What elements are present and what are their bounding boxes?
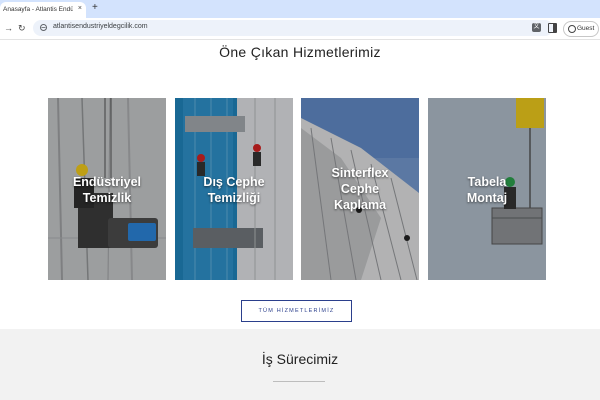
card-title: Sinterflex Cephe Kaplama xyxy=(331,166,389,212)
service-card-sign-installation[interactable]: Tabela Montaj xyxy=(428,98,546,280)
process-heading: İş Sürecimiz xyxy=(261,351,339,367)
card-title: Endüstriyel Temizlik xyxy=(72,175,142,205)
process-section: İş Sürecimiz xyxy=(0,329,600,400)
guest-profile-button[interactable]: Guest xyxy=(563,21,599,37)
address-bar[interactable]: atlantisendustriyeldegcilik.com 文 xyxy=(33,20,553,36)
service-card-sinterflex-coating[interactable]: Sinterflex Cephe Kaplama xyxy=(301,98,419,280)
heading-divider xyxy=(273,381,325,382)
reload-icon[interactable]: ↻ xyxy=(18,22,26,34)
tab-title: Anasayfa - Atlantis Endüstriy xyxy=(3,6,73,13)
browser-tab-active[interactable]: Anasayfa - Atlantis Endüstriy × xyxy=(0,2,86,18)
translate-icon[interactable]: 文 xyxy=(532,23,541,32)
tab-close-icon[interactable]: × xyxy=(78,5,82,12)
card-title: Dış Cephe Temizliği xyxy=(203,175,265,205)
site-info-icon[interactable] xyxy=(40,24,47,31)
all-services-button[interactable]: TÜM HİZMETLERİMİZ xyxy=(241,300,352,322)
new-tab-button[interactable]: + xyxy=(92,3,98,13)
guest-label: Guest xyxy=(577,25,595,32)
service-card-industrial-cleaning[interactable]: Endüstriyel Temizlik xyxy=(48,98,166,280)
service-card-facade-cleaning[interactable]: Dış Cephe Temizliği xyxy=(175,98,293,280)
url-text: atlantisendustriyeldegcilik.com xyxy=(53,23,148,30)
services-heading: Öne Çıkan Hizmetlerimiz xyxy=(219,44,381,60)
browser-toolbar: → ↻ atlantisendustriyeldegcilik.com 文 Gu… xyxy=(0,18,600,40)
side-panel-icon[interactable] xyxy=(548,23,557,33)
card-title: Tabela Montaj xyxy=(466,175,508,205)
back-arrow-icon[interactable]: → xyxy=(4,22,13,34)
profile-icon xyxy=(568,25,576,33)
browser-tab-strip: Anasayfa - Atlantis Endüstriy × + xyxy=(0,0,600,18)
